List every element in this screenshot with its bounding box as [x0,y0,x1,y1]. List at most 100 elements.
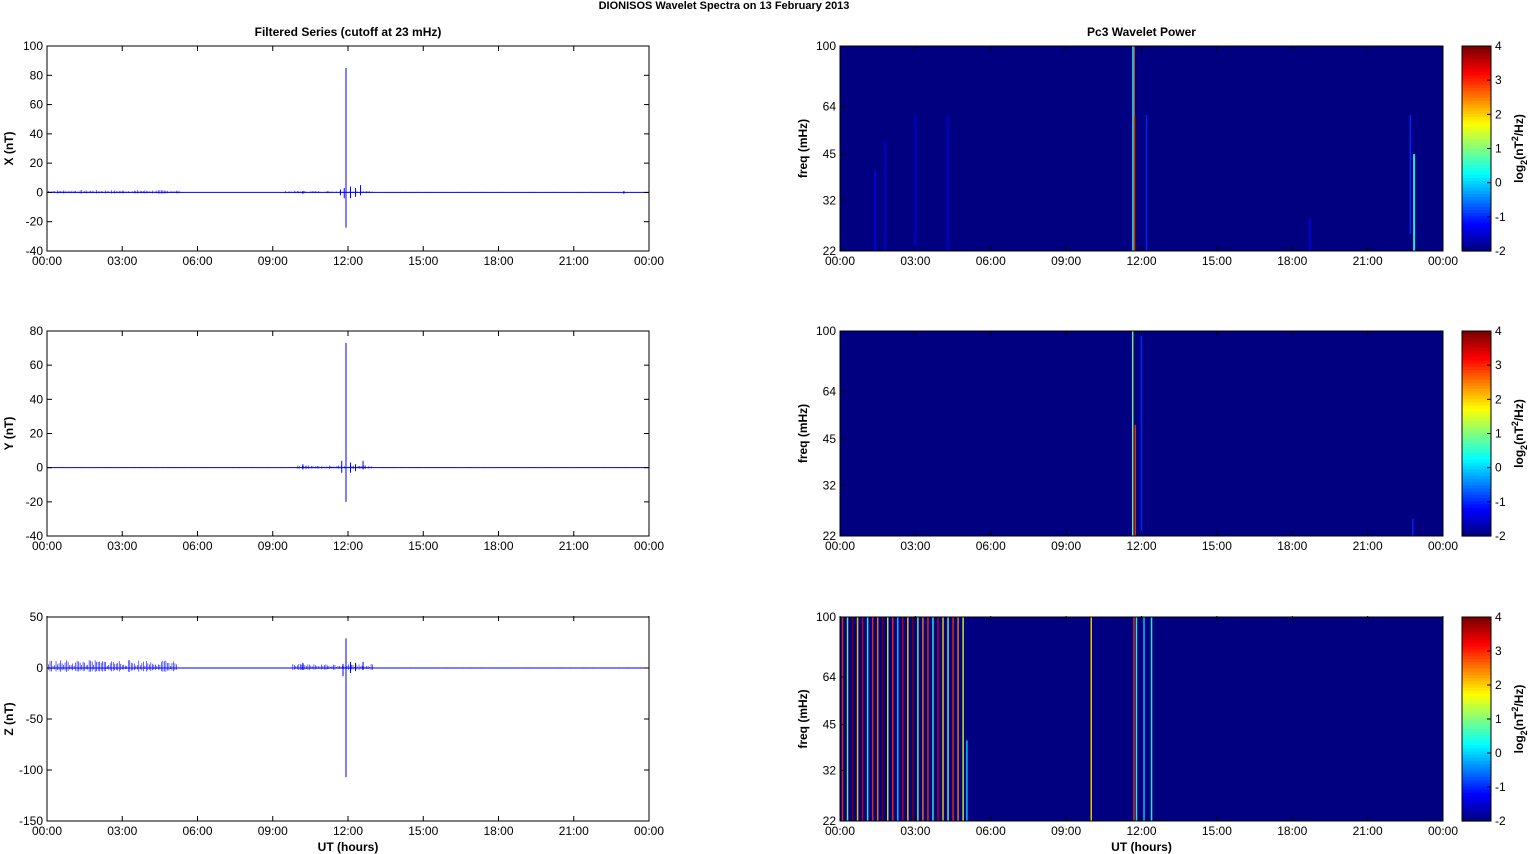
z-wavelet-feature-11 [897,617,899,821]
z-wavelet-colorbar-tick-label: 3 [1495,644,1502,658]
y-wavelet-colorbar-tick-label: -2 [1495,529,1506,543]
x-series-ytick-label: 80 [30,68,44,82]
z-wavelet-colorbar-tick-label: -2 [1495,814,1506,828]
z-wavelet-heatmap-bg [840,617,1443,821]
z-wavelet-feature-30 [1150,617,1153,821]
z-wavelet-xtick-label: 00:00 [825,824,855,838]
z-wavelet-feature-4 [861,617,864,821]
y-wavelet-feature-0 [1131,331,1134,536]
y-wavelet-xtick-label: 09:00 [1051,539,1081,553]
x-series-ytick-label: 60 [30,98,44,112]
y-wavelet-ytick-label: 64 [823,384,837,398]
y-series-ytick-label: 40 [30,392,44,406]
z-series-ytick-label: 50 [30,610,44,624]
z-wavelet-feature-13 [907,617,909,821]
y-wavelet-panel: freq (mHz)2232456410000:00 03:00 06:00 09:0… [796,324,1529,553]
x-wavelet-colorbar-tick-label: 4 [1495,39,1502,53]
x-wavelet-xtick-label: 03:00 [900,254,930,268]
z-series-ylabel: Z (nT) [2,702,16,735]
z-wavelet-feature-6 [871,617,874,821]
z-series-xtick-label: 00:00 [634,824,664,838]
z-wavelet-ytick-label: 64 [823,670,837,684]
y-series-xtick-label: 09:00 [258,539,288,553]
z-wavelet-colorbar-tick-label: -1 [1495,780,1506,794]
y-series-xtick-label: 15:00 [408,539,438,553]
x-wavelet-ytick-label: 100 [816,39,836,53]
x-wavelet-colorbar-tick-label: -1 [1495,210,1506,224]
x-wavelet-colorbar-cell [1462,46,1491,50]
z-series-plot-area [47,617,649,821]
x-wavelet-colorbar-label: log2(nT2/Hz) [1510,114,1529,183]
z-wavelet-xtick-label: 15:00 [1202,824,1232,838]
y-wavelet-xtick-label: 03:00 [900,539,930,553]
x-series-title: Filtered Series (cutoff at 23 mHz) [255,25,442,39]
x-wavelet-colorbar-tick-label: 0 [1495,176,1502,190]
x-series-xtick-label: 00:00 [32,254,62,268]
x-series-xtick-label: 15:00 [408,254,438,268]
x-series-xtick-label: 09:00 [258,254,288,268]
y-series-xtick-label: 00:00 [634,539,664,553]
z-wavelet-panel: UT (hours)freq (mHz)2232456410000:00 03:0… [796,610,1529,854]
x-wavelet-ytick-label: 45 [823,147,837,161]
z-wavelet-xtick-label: 09:00 [1051,824,1081,838]
y-wavelet-feature-3 [1412,518,1414,536]
y-series-xtick-label: 00:00 [32,539,62,553]
y-series-ytick-label: 0 [36,461,43,475]
x-series-panel: Filtered Series (cutoff at 23 mHz) X (nT)… [2,25,664,268]
y-wavelet-ytick-label: 32 [823,478,837,492]
y-wavelet-xtick-label: 00:00 [1428,539,1458,553]
z-wavelet-xlabel: UT (hours) [1111,840,1172,854]
z-wavelet-ytick-label: 45 [823,718,837,732]
z-wavelet-colorbar-cell [1462,617,1491,621]
y-series-ytick-label: -20 [26,495,44,509]
x-wavelet-feature-6 [874,170,877,251]
z-series-xtick-label: 00:00 [32,824,62,838]
x-wavelet-colorbar-tick-label: -2 [1495,244,1506,258]
y-series-xtick-label: 12:00 [333,539,363,553]
x-wavelet-colorbar-tick-label: 2 [1495,107,1502,121]
x-wavelet-title: Pc3 Wavelet Power [1087,25,1196,39]
z-wavelet-feature-10 [892,617,894,821]
figure: DIONISOS Wavelet Spectra on 13 February … [2,0,1529,854]
x-series-ytick-label: -20 [26,215,44,229]
z-wavelet-feature-0 [841,617,844,821]
y-wavelet-xtick-label: 15:00 [1202,539,1232,553]
x-wavelet-xtick-label: 06:00 [976,254,1006,268]
x-wavelet-colorbar: -2 -1 0 1 2 3 4 log2(nT2/Hz) [1461,39,1529,258]
y-wavelet-ytick-label: 45 [823,432,837,446]
z-wavelet-feature-3 [856,617,859,821]
x-series-ytick-label: 40 [30,127,44,141]
x-wavelet-xtick-label: 00:00 [825,254,855,268]
z-wavelet-colorbar-tick-label: 2 [1495,678,1502,692]
z-wavelet-feature-29 [1143,617,1145,821]
z-wavelet-feature-5 [866,617,869,821]
x-wavelet-feature-2 [1131,46,1134,251]
x-series-ytick-label: 20 [30,156,44,170]
z-wavelet-feature-28 [1135,617,1138,821]
z-wavelet-colorbar: -2 -1 0 1 2 3 4 log2(nT2/Hz) [1461,610,1529,828]
z-wavelet-xtick-label: 18:00 [1277,824,1307,838]
z-wavelet-xtick-label: 12:00 [1126,824,1156,838]
y-wavelet-colorbar-tick-label: 1 [1495,427,1502,441]
y-series-plot-area [47,331,649,536]
x-series-xtick-label: 12:00 [333,254,363,268]
y-series-ytick-label: 60 [30,358,44,372]
z-wavelet-feature-12 [902,617,904,821]
z-series-xtick-label: 21:00 [559,824,589,838]
x-series-plot-area [47,46,649,251]
y-wavelet-colorbar-cell [1462,331,1491,335]
x-wavelet-feature-5 [1409,115,1412,234]
z-wavelet-feature-1 [846,617,849,821]
z-wavelet-feature-23 [957,617,959,821]
y-wavelet-xtick-label: 06:00 [976,539,1006,553]
y-wavelet-colorbar: -2 -1 0 1 2 3 4 log2(nT2/Hz) [1461,324,1529,543]
z-wavelet-ytick-label: 100 [816,610,836,624]
y-wavelet-colorbar-tick-label: 4 [1495,324,1502,338]
x-wavelet-feature-7 [884,139,886,251]
z-series-ytick-label: -50 [26,712,44,726]
z-wavelet-feature-19 [937,617,939,821]
z-wavelet-xtick-label: 06:00 [976,824,1006,838]
x-wavelet-ytick-label: 64 [823,99,837,113]
x-wavelet-xtick-label: 00:00 [1428,254,1458,268]
z-series-xtick-label: 15:00 [408,824,438,838]
